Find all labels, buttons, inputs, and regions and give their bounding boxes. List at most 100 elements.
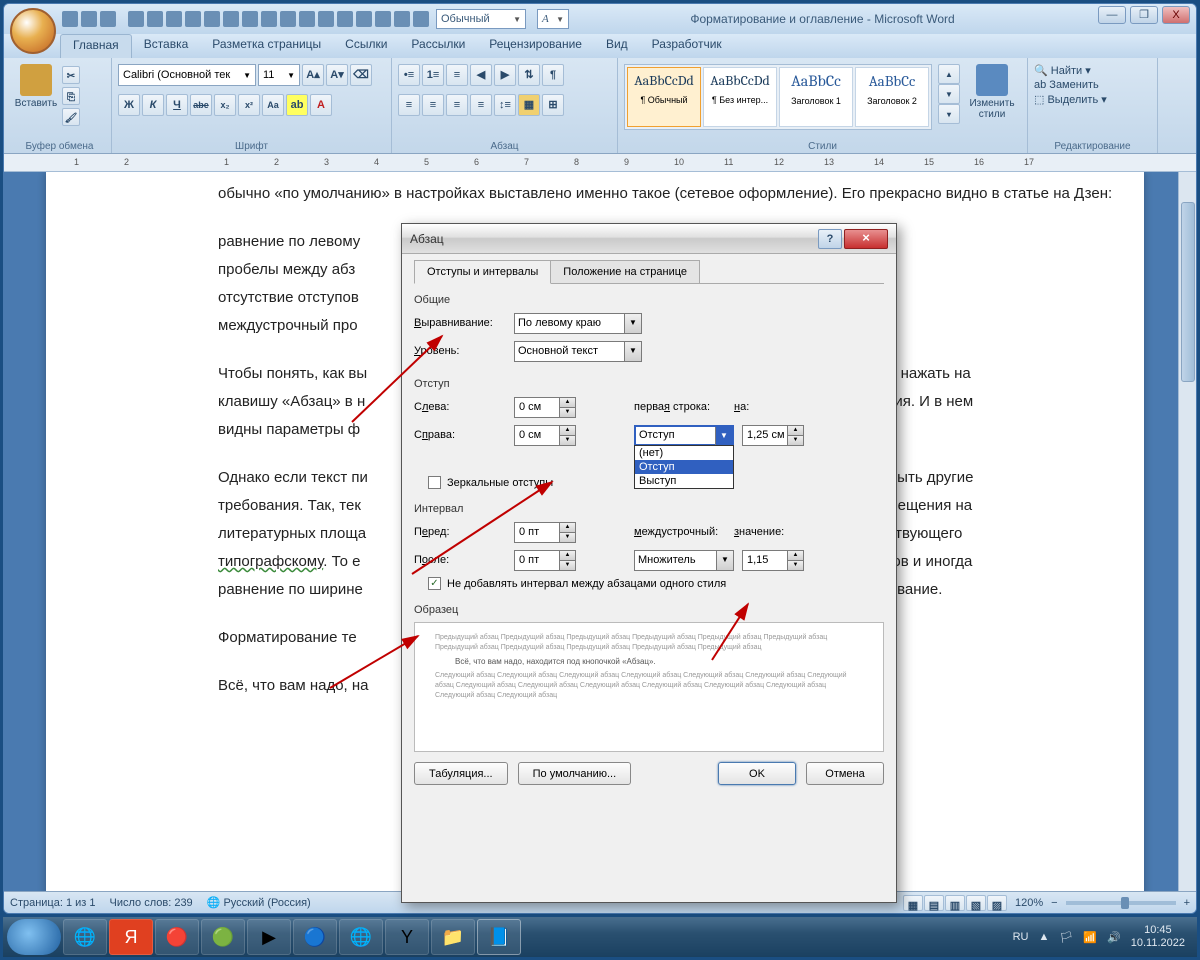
style-normal[interactable]: AaBbCcDd¶ Обычный xyxy=(627,67,701,127)
status-words[interactable]: Число слов: 239 xyxy=(110,897,193,909)
task-app2-icon[interactable]: 🔵 xyxy=(293,919,337,955)
styles-down[interactable]: ▼ xyxy=(938,84,960,104)
qat-icon[interactable] xyxy=(242,11,258,27)
firstline-combo[interactable]: Отступ▼ xyxy=(634,425,734,446)
ok-button[interactable]: OK xyxy=(718,762,796,785)
minimize-button[interactable]: — xyxy=(1098,6,1126,24)
sort-button[interactable]: ⇅ xyxy=(518,64,540,86)
align-right-button[interactable]: ≡ xyxy=(446,94,468,116)
linespacing-combo[interactable]: Множитель▼ xyxy=(634,550,734,571)
tab-home[interactable]: Главная xyxy=(60,34,132,58)
styles-up[interactable]: ▲ xyxy=(938,64,960,84)
qat-font-combo[interactable]: A▼ xyxy=(537,9,569,29)
font-name-combo[interactable]: Calibri (Основной тек▼ xyxy=(118,64,256,86)
zoom-slider[interactable] xyxy=(1066,901,1176,905)
tray-up-icon[interactable]: ▲ xyxy=(1038,931,1049,943)
view-draft-button[interactable]: ▨ xyxy=(987,895,1007,911)
qat-icon[interactable] xyxy=(375,11,391,27)
superscript-button[interactable]: x² xyxy=(238,94,260,116)
tray-flag-icon[interactable]: 🏳 xyxy=(1059,931,1073,944)
zoom-value[interactable]: 120% xyxy=(1015,897,1043,909)
qat-style-combo[interactable]: Обычный▼ xyxy=(436,9,526,29)
style-nospacing[interactable]: AaBbCcDd¶ Без интер... xyxy=(703,67,777,127)
view-print-button[interactable]: ▦ xyxy=(903,895,923,911)
after-spinner[interactable]: 0 пт▲▼ xyxy=(514,550,576,571)
firstline-on-spinner[interactable]: 1,25 см▲▼ xyxy=(742,425,804,446)
start-button[interactable] xyxy=(7,919,61,955)
dialog-help-button[interactable]: ? xyxy=(818,229,842,249)
styles-gallery[interactable]: AaBbCcDd¶ Обычный AaBbCcDd¶ Без интер...… xyxy=(624,64,932,130)
style-heading1[interactable]: AaBbCcЗаголовок 1 xyxy=(779,67,853,127)
dialog-close-button[interactable]: × xyxy=(844,229,888,249)
multilevel-button[interactable]: ≡ xyxy=(446,64,468,86)
task-ie2-icon[interactable]: 🌐 xyxy=(339,919,383,955)
tab-insert[interactable]: Вставка xyxy=(132,34,201,58)
qat-icon[interactable] xyxy=(204,11,220,27)
view-outline-button[interactable]: ▧ xyxy=(966,895,986,911)
indent-left-spinner[interactable]: 0 см▲▼ xyxy=(514,397,576,418)
replace-button[interactable]: ab Заменить xyxy=(1034,79,1099,91)
strike-button[interactable]: abe xyxy=(190,94,212,116)
zoom-thumb[interactable] xyxy=(1121,897,1129,909)
qat-icon[interactable] xyxy=(261,11,277,27)
grow-font-button[interactable]: A▴ xyxy=(302,64,324,86)
qat-icon[interactable] xyxy=(128,11,144,27)
tab-view[interactable]: Вид xyxy=(594,34,640,58)
shrink-font-button[interactable]: A▾ xyxy=(326,64,348,86)
noadd-checkbox[interactable]: ✓ xyxy=(428,577,441,590)
bold-button[interactable]: Ж xyxy=(118,94,140,116)
indent-dec-button[interactable]: ◀ xyxy=(470,64,492,86)
tab-position[interactable]: Положение на странице xyxy=(550,260,700,284)
task-ie-icon[interactable]: 🌐 xyxy=(63,919,107,955)
tab-mailings[interactable]: Рассылки xyxy=(399,34,477,58)
select-button[interactable]: ⬚ Выделить ▾ xyxy=(1034,93,1107,106)
opt-hanging[interactable]: Выступ xyxy=(635,474,733,488)
qat-icon[interactable] xyxy=(223,11,239,27)
copy-icon[interactable]: ⎘ xyxy=(62,87,80,105)
qat-icon[interactable] xyxy=(413,11,429,27)
scroll-thumb[interactable] xyxy=(1181,202,1195,382)
qat-icon[interactable] xyxy=(337,11,353,27)
style-heading2[interactable]: AaBbCcЗаголовок 2 xyxy=(855,67,929,127)
qat-icon[interactable] xyxy=(185,11,201,27)
qat-icon[interactable] xyxy=(299,11,315,27)
linespacing-button[interactable]: ↕≡ xyxy=(494,94,516,116)
vertical-scrollbar[interactable] xyxy=(1178,172,1196,891)
before-spinner[interactable]: 0 пт▲▼ xyxy=(514,522,576,543)
linespacing-value-spinner[interactable]: 1,15▲▼ xyxy=(742,550,804,571)
fontcolor-button[interactable]: A xyxy=(310,94,332,116)
view-read-button[interactable]: ▤ xyxy=(924,895,944,911)
zoom-out[interactable]: − xyxy=(1051,897,1057,909)
styles-more[interactable]: ▾ xyxy=(938,104,960,124)
change-styles-button[interactable]: Изменить стили xyxy=(964,64,1020,120)
close-button[interactable]: X xyxy=(1162,6,1190,24)
indent-inc-button[interactable]: ▶ xyxy=(494,64,516,86)
office-button[interactable] xyxy=(10,8,56,54)
firstline-dropdown[interactable]: (нет) Отступ Выступ xyxy=(634,445,734,489)
paste-button[interactable]: Вставить xyxy=(14,64,58,109)
highlight-button[interactable]: ab xyxy=(286,94,308,116)
task-app-icon[interactable]: 🟢 xyxy=(201,919,245,955)
bullets-button[interactable]: •≡ xyxy=(398,64,420,86)
tray-vol-icon[interactable]: 🔊 xyxy=(1107,931,1121,944)
qat-undo-icon[interactable] xyxy=(81,11,97,27)
clear-format-button[interactable]: ⌫ xyxy=(350,64,372,86)
align-justify-button[interactable]: ≡ xyxy=(470,94,492,116)
view-web-button[interactable]: ▥ xyxy=(945,895,965,911)
qat-icon[interactable] xyxy=(147,11,163,27)
find-button[interactable]: 🔍 Найти ▾ xyxy=(1034,64,1091,77)
numbering-button[interactable]: 1≡ xyxy=(422,64,444,86)
cut-icon[interactable]: ✂ xyxy=(62,66,80,84)
align-left-button[interactable]: ≡ xyxy=(398,94,420,116)
task-word-icon[interactable]: 📘 xyxy=(477,919,521,955)
align-combo[interactable]: По левому краю▼ xyxy=(514,313,642,334)
qat-icon[interactable] xyxy=(356,11,372,27)
opt-none[interactable]: (нет) xyxy=(635,446,733,460)
changecase-button[interactable]: Aa xyxy=(262,94,284,116)
cancel-button[interactable]: Отмена xyxy=(806,762,884,785)
qat-icon[interactable] xyxy=(394,11,410,27)
tab-review[interactable]: Рецензирование xyxy=(477,34,594,58)
tray-clock[interactable]: 10:4510.11.2022 xyxy=(1131,924,1185,950)
tab-developer[interactable]: Разработчик xyxy=(640,34,734,58)
zoom-in[interactable]: + xyxy=(1184,897,1190,909)
